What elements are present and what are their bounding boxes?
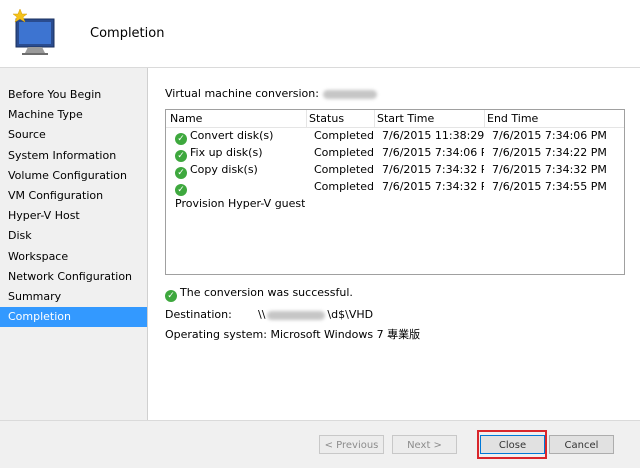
table-row[interactable]: ✓ Copy disk(s) Completed 7/6/2015 7:34:32… — [166, 162, 624, 179]
column-header-status[interactable]: Status — [309, 112, 344, 126]
table-row[interactable]: ✓ Provision Hyper-V guest Completed 7/6/… — [166, 179, 624, 213]
check-icon: ✓ — [175, 133, 187, 145]
page-title: Completion — [90, 26, 165, 41]
task-status: Completed — [314, 146, 374, 159]
column-divider[interactable] — [306, 110, 307, 127]
sidebar-item-system-information[interactable]: System Information — [0, 146, 147, 166]
check-icon: ✓ — [165, 290, 177, 302]
wizard-header: Completion — [0, 0, 640, 68]
sidebar-item-volume-configuration[interactable]: Volume Configuration — [0, 166, 147, 186]
sidebar-item-summary[interactable]: Summary — [0, 287, 147, 307]
sidebar-item-machine-type[interactable]: Machine Type — [0, 105, 147, 125]
task-status: Completed — [314, 180, 374, 193]
task-name: Fix up disk(s) — [190, 146, 263, 159]
task-end-time: 7/6/2015 7:34:55 PM — [492, 180, 607, 193]
sidebar-item-vm-configuration[interactable]: VM Configuration — [0, 186, 147, 206]
task-end-time: 7/6/2015 7:34:32 PM — [492, 163, 607, 176]
task-name: Provision Hyper-V guest — [175, 197, 306, 210]
conversion-task-list[interactable]: Name Status Start Time End Time ✓ Convert… — [165, 109, 625, 275]
redacted-host — [322, 89, 377, 99]
completion-panel: Virtual machine conversion: Name Status … — [148, 68, 640, 420]
destination-suffix: \d$\VHD — [327, 308, 374, 321]
destination-label: Destination: — [165, 308, 232, 321]
sidebar-item-completion[interactable]: Completion — [0, 307, 147, 328]
destination-prefix: \\ — [258, 308, 266, 321]
os-label: Operating system: — [165, 328, 267, 341]
column-divider[interactable] — [374, 110, 375, 127]
operating-system: Operating system: Microsoft Windows 7 專業… — [165, 326, 420, 342]
success-text: The conversion was successful. — [180, 286, 353, 299]
task-start-time: 7/6/2015 7:34:06 PM — [382, 146, 484, 159]
list-header: Name Status Start Time End Time — [166, 110, 624, 128]
monitor-star-icon — [12, 8, 55, 55]
column-header-name[interactable]: Name — [170, 112, 202, 126]
check-icon: ✓ — [175, 184, 187, 196]
task-name: Convert disk(s) — [190, 129, 274, 142]
table-row[interactable]: ✓ Convert disk(s) Completed 7/6/2015 11:3… — [166, 128, 624, 145]
task-start-time: 7/6/2015 11:38:29 AM — [382, 129, 484, 142]
task-name: Copy disk(s) — [190, 163, 258, 176]
column-header-start-time[interactable]: Start Time — [377, 112, 434, 126]
column-header-end-time[interactable]: End Time — [487, 112, 538, 126]
task-end-time: 7/6/2015 7:34:06 PM — [492, 129, 607, 142]
next-button[interactable]: Next > — [392, 435, 457, 454]
column-divider[interactable] — [484, 110, 485, 127]
previous-button[interactable]: < Previous — [319, 435, 384, 454]
task-start-time: 7/6/2015 7:34:32 PM — [382, 163, 484, 176]
wizard-steps-sidebar: Before You Begin Machine Type Source Sys… — [0, 68, 148, 420]
sidebar-item-disk[interactable]: Disk — [0, 226, 147, 246]
destination-value: \\ \d$\VHD — [258, 308, 373, 321]
sidebar-item-source[interactable]: Source — [0, 125, 147, 145]
cancel-button[interactable]: Cancel — [549, 435, 614, 454]
conversion-label-text: Virtual machine conversion: — [165, 87, 319, 100]
conversion-label: Virtual machine conversion: — [165, 87, 377, 100]
task-status: Completed — [314, 129, 374, 142]
check-icon: ✓ — [175, 167, 187, 179]
close-button-highlight — [477, 430, 547, 459]
sidebar-item-before-you-begin[interactable]: Before You Begin — [0, 85, 147, 105]
os-value: Microsoft Windows 7 專業版 — [270, 328, 421, 341]
redacted-destination — [267, 310, 326, 320]
table-row[interactable]: ✓ Fix up disk(s) Completed 7/6/2015 7:34:… — [166, 145, 624, 162]
task-start-time: 7/6/2015 7:34:32 PM — [382, 180, 484, 193]
sidebar-item-workspace[interactable]: Workspace — [0, 247, 147, 267]
task-end-time: 7/6/2015 7:34:22 PM — [492, 146, 607, 159]
sidebar-item-hyper-v-host[interactable]: Hyper-V Host — [0, 206, 147, 226]
check-icon: ✓ — [175, 150, 187, 162]
success-message: ✓ The conversion was successful. — [165, 286, 353, 302]
sidebar-item-network-configuration[interactable]: Network Configuration — [0, 267, 147, 287]
task-status: Completed — [314, 163, 374, 176]
